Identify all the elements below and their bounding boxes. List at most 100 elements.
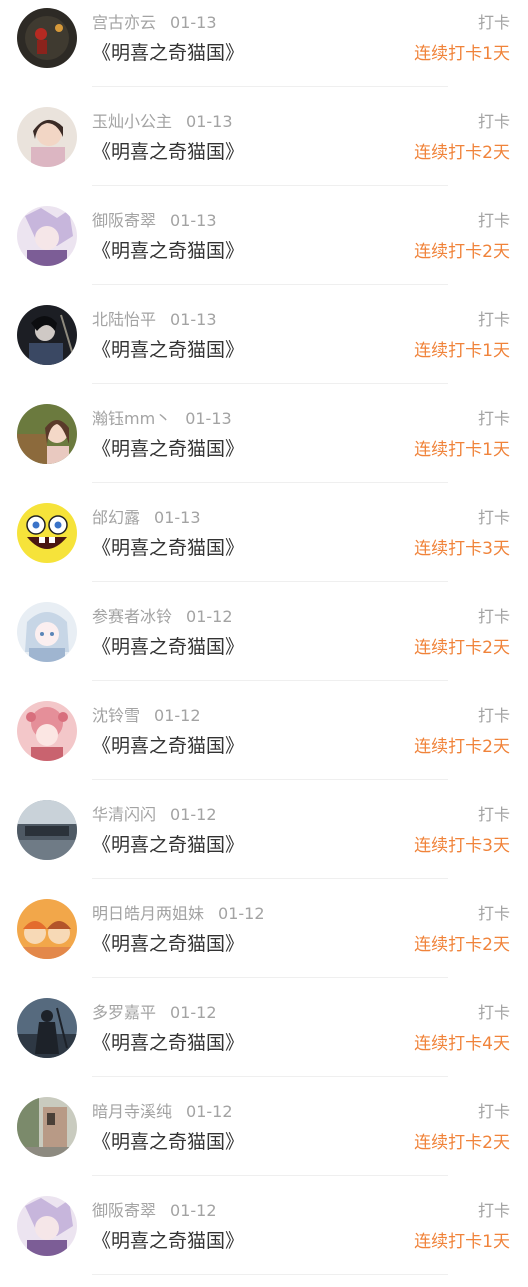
streak-label: 连续打卡1天 xyxy=(414,44,510,64)
username[interactable]: 明日皓月两姐妹 xyxy=(92,904,204,923)
checkin-row[interactable]: 御阪寄翠 01-13 《明喜之奇猫国》 打卡 连续打卡2天 xyxy=(0,198,528,297)
streak-label: 连续打卡1天 xyxy=(414,341,510,361)
user-avatar[interactable] xyxy=(17,1196,77,1256)
avatar-image xyxy=(17,899,77,959)
avatar-image xyxy=(17,1196,77,1256)
row-divider xyxy=(92,86,448,87)
row-divider xyxy=(92,284,448,285)
checkin-type: 打卡 xyxy=(477,904,510,923)
row-meta: 暗月寺溪纯 01-12 xyxy=(92,1101,233,1123)
user-avatar[interactable] xyxy=(17,404,77,464)
avatar-image xyxy=(17,404,77,464)
book-title[interactable]: 《明喜之奇猫国》 xyxy=(92,436,244,462)
book-title[interactable]: 《明喜之奇猫国》 xyxy=(92,40,244,66)
user-avatar[interactable] xyxy=(17,503,77,563)
checkin-row[interactable]: 暗月寺溪纯 01-12 《明喜之奇猫国》 打卡 连续打卡2天 xyxy=(0,1089,528,1188)
streak-label: 连续打卡2天 xyxy=(414,242,510,262)
checkin-row[interactable]: 多罗嘉平 01-12 《明喜之奇猫国》 打卡 连续打卡4天 xyxy=(0,990,528,1089)
checkin-row[interactable]: 参赛者冰铃 01-12 《明喜之奇猫国》 打卡 连续打卡2天 xyxy=(0,594,528,693)
checkin-type: 打卡 xyxy=(477,805,510,824)
avatar-image xyxy=(17,1097,77,1157)
checkin-list: 宫古亦云 01-13 《明喜之奇猫国》 打卡 连续打卡1天 玉灿小公主 01-13 … xyxy=(0,0,528,1287)
username[interactable]: 御阪寄翠 xyxy=(92,1201,156,1220)
row-meta: 御阪寄翠 01-12 xyxy=(92,1200,217,1222)
row-divider xyxy=(92,185,448,186)
user-avatar[interactable] xyxy=(17,305,77,365)
user-avatar[interactable] xyxy=(17,8,77,68)
user-avatar[interactable] xyxy=(17,701,77,761)
checkin-row[interactable]: 宫古亦云 01-13 《明喜之奇猫国》 打卡 连续打卡1天 xyxy=(0,0,528,99)
avatar-image xyxy=(17,998,77,1058)
book-title[interactable]: 《明喜之奇猫国》 xyxy=(92,535,244,561)
checkin-date: 01-12 xyxy=(186,607,233,626)
row-meta: 沈铃雪 01-12 xyxy=(92,705,201,727)
avatar-image xyxy=(17,701,77,761)
row-meta: 邰幻露 01-13 xyxy=(92,507,201,529)
book-title[interactable]: 《明喜之奇猫国》 xyxy=(92,1030,244,1056)
checkin-type: 打卡 xyxy=(477,211,510,230)
user-avatar[interactable] xyxy=(17,602,77,662)
streak-label: 连续打卡4天 xyxy=(414,1034,510,1054)
book-title[interactable]: 《明喜之奇猫国》 xyxy=(92,832,244,858)
row-divider xyxy=(92,1175,448,1176)
book-title[interactable]: 《明喜之奇猫国》 xyxy=(92,733,244,759)
row-meta: 御阪寄翠 01-13 xyxy=(92,210,217,232)
streak-label: 连续打卡2天 xyxy=(414,143,510,163)
username[interactable]: 瀚钰mm丶 xyxy=(92,409,171,428)
username[interactable]: 邰幻露 xyxy=(92,508,140,527)
checkin-row[interactable]: 沈铃雪 01-12 《明喜之奇猫国》 打卡 连续打卡2天 xyxy=(0,693,528,792)
checkin-date: 01-12 xyxy=(154,706,201,725)
row-divider xyxy=(92,383,448,384)
book-title[interactable]: 《明喜之奇猫国》 xyxy=(92,1228,244,1254)
row-divider xyxy=(92,680,448,681)
user-avatar[interactable] xyxy=(17,800,77,860)
streak-label: 连续打卡2天 xyxy=(414,1133,510,1153)
checkin-type: 打卡 xyxy=(477,508,510,527)
book-title[interactable]: 《明喜之奇猫国》 xyxy=(92,634,244,660)
checkin-type: 打卡 xyxy=(477,1102,510,1121)
username[interactable]: 多罗嘉平 xyxy=(92,1003,156,1022)
checkin-row[interactable]: 御阪寄翠 01-12 《明喜之奇猫国》 打卡 连续打卡1天 xyxy=(0,1188,528,1287)
username[interactable]: 华清闪闪 xyxy=(92,805,156,824)
username[interactable]: 参赛者冰铃 xyxy=(92,607,172,626)
checkin-date: 01-13 xyxy=(170,13,217,32)
checkin-row[interactable]: 瀚钰mm丶 01-13 《明喜之奇猫国》 打卡 连续打卡1天 xyxy=(0,396,528,495)
checkin-date: 01-12 xyxy=(170,1003,217,1022)
username[interactable]: 暗月寺溪纯 xyxy=(92,1102,172,1121)
user-avatar[interactable] xyxy=(17,1097,77,1157)
user-avatar[interactable] xyxy=(17,899,77,959)
checkin-row[interactable]: 华清闪闪 01-12 《明喜之奇猫国》 打卡 连续打卡3天 xyxy=(0,792,528,891)
username[interactable]: 北陆怡平 xyxy=(92,310,156,329)
book-title[interactable]: 《明喜之奇猫国》 xyxy=(92,238,244,264)
book-title[interactable]: 《明喜之奇猫国》 xyxy=(92,139,244,165)
book-title[interactable]: 《明喜之奇猫国》 xyxy=(92,337,244,363)
checkin-row[interactable]: 邰幻露 01-13 《明喜之奇猫国》 打卡 连续打卡3天 xyxy=(0,495,528,594)
book-title[interactable]: 《明喜之奇猫国》 xyxy=(92,931,244,957)
user-avatar[interactable] xyxy=(17,998,77,1058)
checkin-row[interactable]: 明日皓月两姐妹 01-12 《明喜之奇猫国》 打卡 连续打卡2天 xyxy=(0,891,528,990)
checkin-date: 01-12 xyxy=(170,805,217,824)
row-meta: 北陆怡平 01-13 xyxy=(92,309,217,331)
streak-label: 连续打卡3天 xyxy=(414,539,510,559)
username[interactable]: 玉灿小公主 xyxy=(92,112,172,131)
checkin-date: 01-13 xyxy=(154,508,201,527)
row-divider xyxy=(92,1076,448,1077)
book-title[interactable]: 《明喜之奇猫国》 xyxy=(92,1129,244,1155)
avatar-image xyxy=(17,206,77,266)
row-divider xyxy=(92,1274,448,1275)
checkin-date: 01-12 xyxy=(218,904,265,923)
row-meta: 参赛者冰铃 01-12 xyxy=(92,606,233,628)
row-meta: 宫古亦云 01-13 xyxy=(92,12,217,34)
row-divider xyxy=(92,779,448,780)
user-avatar[interactable] xyxy=(17,107,77,167)
checkin-type: 打卡 xyxy=(477,1201,510,1220)
checkin-date: 01-12 xyxy=(186,1102,233,1121)
user-avatar[interactable] xyxy=(17,206,77,266)
checkin-row[interactable]: 北陆怡平 01-13 《明喜之奇猫国》 打卡 连续打卡1天 xyxy=(0,297,528,396)
checkin-row[interactable]: 玉灿小公主 01-13 《明喜之奇猫国》 打卡 连续打卡2天 xyxy=(0,99,528,198)
username[interactable]: 沈铃雪 xyxy=(92,706,140,725)
username[interactable]: 宫古亦云 xyxy=(92,13,156,32)
username[interactable]: 御阪寄翠 xyxy=(92,211,156,230)
checkin-type: 打卡 xyxy=(477,607,510,626)
row-divider xyxy=(92,977,448,978)
